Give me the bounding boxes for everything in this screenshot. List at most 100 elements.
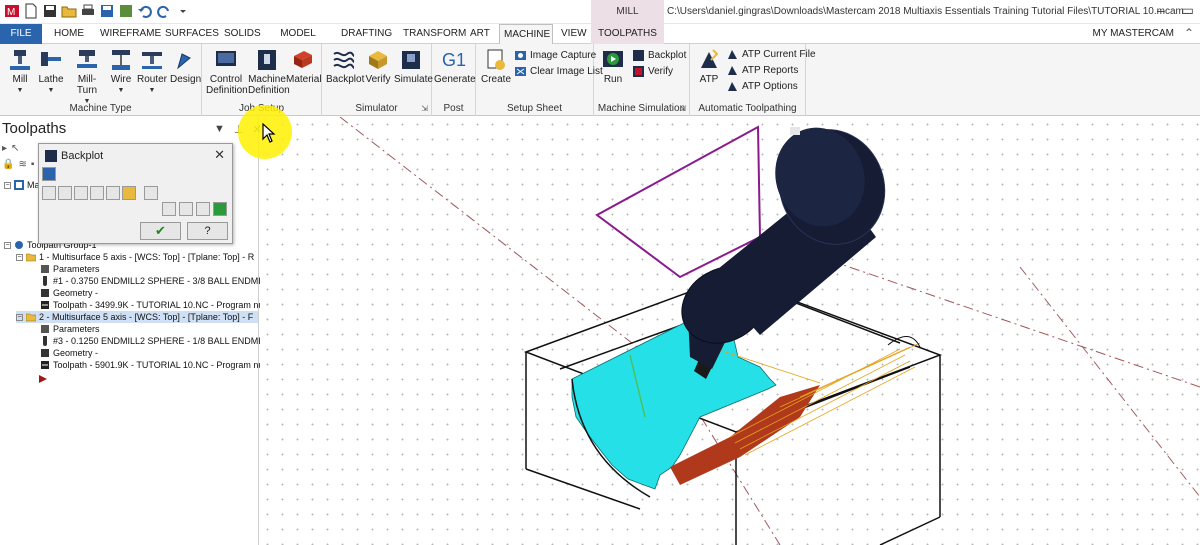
display-toolpath-icon[interactable] — [42, 186, 56, 200]
tab-file[interactable]: FILE — [0, 24, 42, 44]
tree-row-toolpath-file-1[interactable]: Toolpath - 3499.9K - TUTORIAL 10.NC - Pr… — [40, 299, 266, 311]
geometry-icon — [41, 289, 49, 297]
lathe-button[interactable]: Lathe ▼ — [36, 48, 66, 96]
quick-verify-icon[interactable] — [144, 186, 158, 200]
display-rapid-icon[interactable] — [90, 186, 104, 200]
backplot-close-icon[interactable]: ✕ — [214, 147, 225, 163]
tab-home[interactable]: HOME — [50, 24, 88, 44]
save-as-icon[interactable] — [99, 3, 115, 19]
group-automatic-toolpathing: ATP ATP Current File ATP Reports ATP Opt… — [690, 44, 816, 116]
atp-reports-icon — [728, 66, 737, 75]
maximize-icon[interactable]: ▭ — [1181, 2, 1194, 19]
mill-turn-button[interactable]: Mill-Turn ▼ — [68, 48, 106, 107]
machine-sim-verify-button[interactable]: Verify — [632, 65, 673, 78]
display-entity-icon[interactable] — [106, 186, 120, 200]
minimize-icon[interactable]: – — [1157, 2, 1165, 19]
material-button[interactable]: Material — [286, 48, 322, 85]
atp-current-file-button[interactable]: ATP Current File — [726, 48, 816, 61]
machine-simulation-launcher-icon[interactable]: ⇲ — [679, 104, 686, 113]
tree-row-machine-group[interactable]: − Ma — [4, 179, 40, 191]
tree-row-parameters-2[interactable]: Parameters — [40, 323, 100, 335]
create-setup-sheet-button[interactable]: Create — [480, 48, 512, 85]
toggle-display-icon[interactable]: ≋ — [18, 159, 26, 170]
tab-machine[interactable]: MACHINE — [499, 24, 553, 45]
wire-button[interactable]: Wire ▼ — [108, 48, 134, 96]
title-bar: M MILL C:\Users\daniel.gingras\Downloads… — [0, 0, 1200, 24]
collapse-icon[interactable]: − — [16, 253, 23, 261]
tree-row-operation-2[interactable]: − 2 - Multisurface 5 axis - [WCS: Top] -… — [16, 311, 258, 323]
screen-info-icon[interactable] — [162, 202, 176, 216]
verify-button[interactable]: Verify — [364, 48, 392, 85]
collapse-icon[interactable]: − — [16, 313, 23, 321]
tree-row-tool-1[interactable]: #1 - 0.3750 ENDMILL2 SPHERE - 3/8 BALL E… — [40, 275, 271, 287]
help-button[interactable]: ? — [187, 222, 228, 240]
tree-row-parameters-1[interactable]: Parameters — [40, 263, 100, 275]
tab-transform[interactable]: TRANSFORM — [399, 24, 466, 44]
display-holder-icon[interactable] — [74, 186, 88, 200]
ribbon-tabs: FILE HOME WIREFRAME SURFACES SOLIDS MODE… — [0, 24, 1200, 59]
tree-row-geometry-1[interactable]: Geometry - — [40, 287, 98, 299]
collapse-icon[interactable]: − — [4, 181, 11, 189]
post-icon[interactable]: ▪ — [31, 159, 35, 170]
open-folder-icon[interactable] — [61, 3, 77, 19]
camera-icon[interactable] — [196, 202, 210, 216]
collapse-icon[interactable]: − — [4, 241, 11, 249]
ribbon-collapse-icon[interactable]: ⌃ — [1184, 26, 1194, 40]
design-button[interactable]: Design — [170, 48, 201, 85]
simulate-button[interactable]: Simulate — [394, 48, 433, 85]
control-definition-button[interactable]: Control Definition — [206, 48, 248, 96]
group-post: G1 Generate Post — [432, 44, 476, 116]
new-file-icon[interactable] — [23, 3, 39, 19]
tree-row-geometry-2[interactable]: Geometry - — [40, 347, 98, 359]
mill-button[interactable]: Mill ▼ — [6, 48, 34, 96]
tree-row-toolpath-file-2[interactable]: Toolpath - 5901.9K - TUTORIAL 10.NC - Pr… — [40, 359, 266, 371]
save-icon[interactable] — [42, 3, 58, 19]
backplot-dialog-title: Backplot — [61, 150, 104, 162]
clear-image-list-button[interactable]: Clear Image List — [514, 65, 603, 78]
expand-icon[interactable] — [42, 167, 56, 181]
save-as-geometry-icon[interactable] — [213, 202, 227, 216]
tab-solids[interactable]: SOLIDS — [220, 24, 261, 44]
mastercam-logo-icon: M — [5, 5, 19, 18]
ok-button[interactable]: ✔ — [140, 222, 181, 240]
machine-sim-backplot-button[interactable]: Backplot — [632, 49, 686, 62]
tab-wireframe[interactable]: WIREFRAME — [96, 24, 161, 44]
image-capture-button[interactable]: Image Capture — [514, 49, 596, 62]
qat-dropdown-icon[interactable] — [175, 3, 191, 19]
mill-turn-icon — [77, 50, 97, 68]
backplot-button[interactable]: Backplot — [326, 48, 364, 85]
options-icon[interactable] — [179, 202, 193, 216]
tree-row-operation-1[interactable]: − 1 - Multisurface 5 axis - [WCS: Top] -… — [16, 251, 254, 263]
machine-definition-button[interactable]: Machine Definition — [248, 48, 290, 96]
tab-drafting[interactable]: DRAFTING — [337, 24, 393, 44]
tab-art[interactable]: ART — [466, 24, 492, 44]
atp-reports-button[interactable]: ATP Reports — [726, 64, 798, 77]
tree-row-tool-2[interactable]: #3 - 0.1250 ENDMILL2 SPHERE - 1/8 BALL E… — [40, 335, 271, 347]
tab-toolpaths[interactable]: TOOLPATHS — [591, 24, 664, 44]
simulator-launcher-icon[interactable]: ⇲ — [421, 104, 428, 113]
atp-button[interactable]: ATP — [696, 48, 722, 85]
mcam-icon[interactable] — [118, 3, 134, 19]
panel-menu-icon[interactable]: ▼ — [214, 123, 225, 136]
tab-surfaces[interactable]: SURFACES — [161, 24, 219, 44]
design-icon — [177, 53, 191, 70]
lock-icon[interactable]: 🔒 — [2, 159, 14, 170]
graphics-viewport[interactable] — [260, 117, 1200, 545]
display-endpoints-icon[interactable] — [122, 186, 136, 200]
tplane-outline — [595, 125, 762, 279]
run-button[interactable]: Run — [600, 48, 626, 85]
generate-button[interactable]: G1 Generate — [434, 48, 476, 85]
my-mastercam-link[interactable]: MY MASTERCAM — [1093, 28, 1175, 39]
select-icon[interactable]: ↖ — [11, 143, 19, 154]
select-all-icon[interactable]: ▸ — [2, 143, 7, 154]
tab-model-prep[interactable]: MODEL PREP — [266, 24, 330, 59]
insert-arrow[interactable] — [38, 373, 48, 385]
redo-icon[interactable] — [156, 3, 172, 19]
toolpath-file-icon — [41, 361, 49, 369]
tab-view[interactable]: VIEW — [557, 24, 589, 44]
atp-options-button[interactable]: ATP Options — [726, 80, 798, 93]
display-tool-icon[interactable] — [58, 186, 72, 200]
router-button[interactable]: Router ▼ — [136, 48, 168, 96]
undo-icon[interactable] — [137, 3, 153, 19]
print-icon[interactable] — [80, 3, 96, 19]
